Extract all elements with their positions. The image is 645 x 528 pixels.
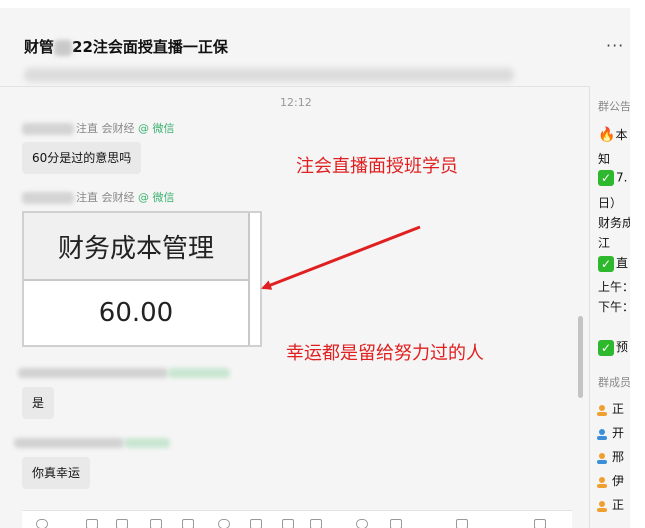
announcement-label: 群公告 — [598, 100, 630, 113]
file-icon[interactable] — [282, 519, 294, 528]
check-icon: ✓ — [598, 170, 614, 186]
input-toolbar — [22, 510, 572, 528]
screenshot-icon[interactable] — [182, 519, 194, 528]
image-icon[interactable] — [150, 519, 162, 528]
folder-icon[interactable] — [116, 519, 128, 528]
history-icon[interactable] — [534, 519, 546, 528]
template-icon[interactable] — [310, 519, 322, 528]
member-item[interactable]: 正 — [596, 400, 624, 417]
member-item[interactable]: 正 — [596, 496, 624, 513]
member-item[interactable]: 开 — [596, 424, 624, 441]
emoji-icon[interactable] — [36, 519, 48, 528]
announcement-line: 江 — [598, 236, 611, 250]
check-icon: ✓ — [598, 255, 614, 272]
announcement-line: 财务成 — [598, 216, 630, 230]
user-icon — [597, 452, 607, 464]
scissors-icon[interactable] — [86, 519, 98, 528]
announcement-line: 下午： — [598, 300, 630, 314]
video-icon[interactable] — [390, 519, 402, 528]
user-icon — [597, 428, 607, 440]
announcement-line: 🔥本 — [598, 127, 628, 143]
phone-icon[interactable] — [456, 519, 468, 528]
check-icon: ✓ — [598, 339, 614, 356]
at-icon[interactable] — [250, 519, 262, 528]
announcement-line: 上午： — [598, 280, 630, 294]
group-info-panel: 群公告 🔥本 知 ✓7. 日） 财务成 江 ✓直 上午： 下午： ✓预 群成员 … — [590, 86, 630, 528]
user-icon — [597, 404, 607, 416]
member-item[interactable]: 邢 — [596, 448, 624, 465]
member-item[interactable]: 伊 — [596, 472, 624, 489]
announcement-line: ✓ 7. — [598, 170, 627, 186]
chat-scrollbar[interactable] — [578, 316, 583, 398]
chat-window: 财管 22注会面授直播一正保 ··· 12:12 注直 会财经 @ 微信 60分是… — [0, 0, 645, 528]
voice-icon[interactable] — [356, 519, 368, 528]
chat-bubble-icon[interactable] — [218, 519, 230, 528]
announcement-line: 知 — [598, 152, 611, 166]
annotation-arrow — [261, 225, 421, 290]
members-label: 群成员 — [598, 376, 630, 389]
fire-icon: 🔥 — [598, 127, 616, 143]
window-edge — [630, 0, 645, 528]
user-icon — [597, 500, 607, 512]
announcement-line: ✓ 预 — [598, 338, 628, 356]
announcement-line: 日） — [598, 196, 623, 210]
user-icon — [597, 476, 607, 488]
announcement-line: ✓ 直 — [598, 254, 628, 272]
